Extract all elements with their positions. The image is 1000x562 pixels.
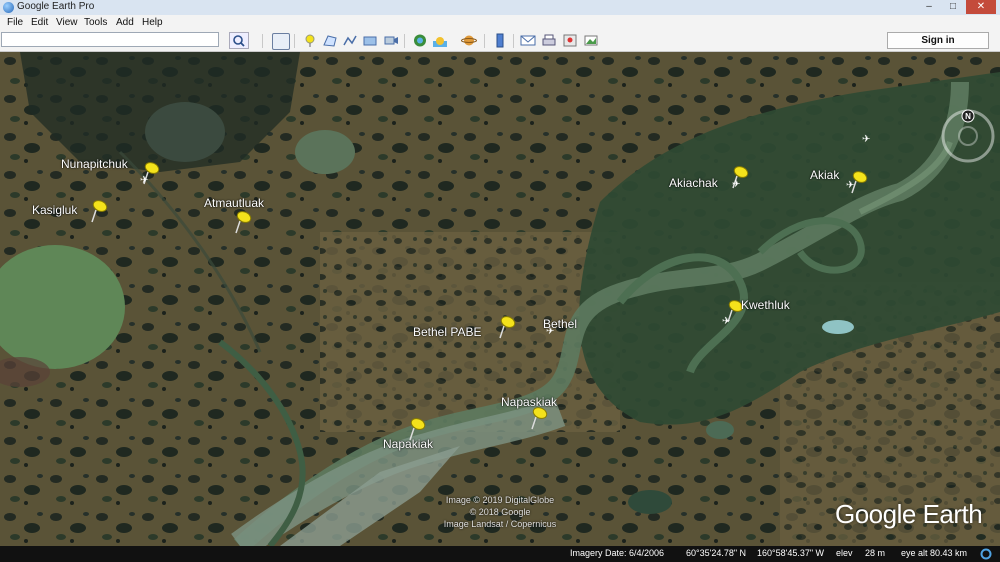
menu-bar: File Edit View Tools Add Help [0, 15, 1000, 30]
placemark-label-akiachak[interactable]: Akiachak [669, 176, 718, 190]
toolbar-separator [484, 34, 485, 48]
search-icon [233, 35, 245, 47]
placemark-label-nunapitchuk[interactable]: Nunapitchuk [61, 157, 128, 171]
sign-in-button[interactable]: Sign in [887, 32, 989, 49]
placemark-pin-icon[interactable] [496, 314, 518, 340]
toolbar-separator [513, 34, 514, 48]
loading-indicator-icon [980, 548, 992, 560]
toolbar-separator [404, 34, 405, 48]
placemark-pin-icon[interactable] [232, 209, 254, 235]
toolbar: Sign in [0, 30, 1000, 52]
placemark-label-akiak[interactable]: Akiak [810, 168, 839, 182]
window-title: Google Earth Pro [17, 1, 95, 12]
print-icon[interactable] [541, 33, 557, 48]
menu-file[interactable]: File [7, 17, 23, 28]
placemark-label-napakiak[interactable]: Napakiak [383, 437, 433, 451]
placemark-label-bethel[interactable]: Bethel [543, 317, 577, 331]
ruler-icon[interactable] [492, 33, 508, 48]
longitude-readout: 160°58'45.37" W [757, 548, 825, 558]
google-earth-app-icon [3, 2, 14, 13]
google-earth-logo: Google Earth [835, 499, 983, 529]
airport-icon[interactable]: ✈ [140, 175, 148, 186]
attribution-line: Image Landsat / Copernicus [443, 519, 557, 529]
maximize-button[interactable]: □ [942, 0, 964, 14]
google-maps-icon[interactable] [562, 33, 578, 48]
attribution-line: Image © 2019 DigitalGlobe [445, 495, 555, 505]
elevation-label: elev [836, 548, 853, 558]
airport-icon[interactable]: ✈ [732, 179, 740, 190]
email-icon[interactable] [520, 33, 536, 48]
close-button[interactable]: ✕ [966, 0, 996, 14]
polygon-icon[interactable] [322, 33, 338, 48]
compass-control[interactable]: N [940, 108, 996, 164]
title-bar: Google Earth Pro – □ ✕ [0, 0, 1000, 16]
sunlight-icon[interactable] [432, 33, 448, 48]
search-input[interactable] [1, 32, 219, 47]
compass-north-label: N [965, 112, 971, 121]
record-tour-icon[interactable] [383, 33, 399, 48]
attribution-line: © 2018 Google [469, 507, 531, 517]
minimize-button[interactable]: – [918, 0, 940, 14]
placemark-label-bethel-pabe[interactable]: Bethel PABE [413, 325, 481, 339]
search-button[interactable] [229, 32, 249, 49]
placemark-label-kasigluk[interactable]: Kasigluk [32, 203, 77, 217]
airport-icon[interactable]: ✈ [846, 180, 854, 191]
image-overlay-icon[interactable] [362, 33, 378, 48]
menu-help[interactable]: Help [142, 17, 163, 28]
imagery-date: Imagery Date: 6/4/2006 [570, 548, 665, 558]
airport-icon[interactable]: ✈ [722, 316, 730, 327]
menu-add[interactable]: Add [116, 17, 134, 28]
menu-edit[interactable]: Edit [31, 17, 48, 28]
placemark-icon[interactable] [302, 33, 318, 48]
status-bar: Imagery Date: 6/4/2006 60°35'24.78" N 16… [0, 546, 1000, 562]
satellite-imagery [0, 52, 1000, 546]
elevation-value: 28 m [865, 548, 886, 558]
menu-view[interactable]: View [56, 17, 78, 28]
planets-icon[interactable] [461, 33, 477, 48]
path-icon[interactable] [342, 33, 358, 48]
placemark-label-kwethluk[interactable]: Kwethluk [741, 298, 790, 312]
placemark-label-atmautluak[interactable]: Atmautluak [204, 196, 264, 210]
placemark-label-napaskiak[interactable]: Napaskiak [501, 395, 557, 409]
map-view[interactable]: N ✈ ✈ ✈ ✈ ✈ ✈ Nunapitchuk Kasigluk Atmau… [0, 52, 1000, 546]
sidebar-toggle-icon[interactable] [272, 33, 290, 50]
toolbar-separator [262, 34, 263, 48]
eye-altitude: eye alt 80.43 km [901, 548, 968, 558]
historical-imagery-icon[interactable] [412, 33, 428, 48]
menu-tools[interactable]: Tools [84, 17, 107, 28]
placemark-pin-icon[interactable] [88, 198, 110, 224]
airport-icon[interactable]: ✈ [862, 134, 870, 145]
toolbar-separator [294, 34, 295, 48]
latitude-readout: 60°35'24.78" N [686, 548, 747, 558]
save-image-icon[interactable] [583, 33, 599, 48]
